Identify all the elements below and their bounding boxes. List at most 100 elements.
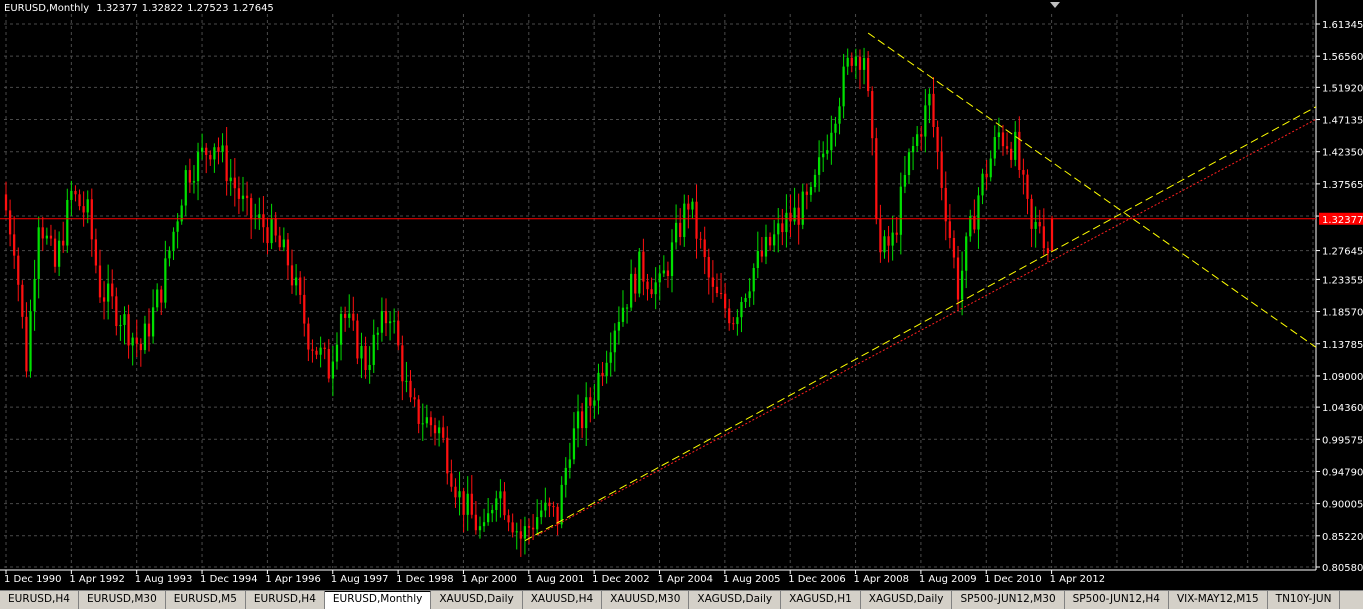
tab-eurusd-m5[interactable]: EURUSD,M5 bbox=[166, 591, 246, 609]
tab-xagusd-daily[interactable]: XAGUSD,Daily bbox=[689, 591, 782, 609]
candle-body bbox=[499, 491, 502, 499]
candle-body bbox=[593, 400, 596, 406]
candle-body bbox=[233, 177, 236, 189]
tab-eurusd-m30[interactable]: EURUSD,M30 bbox=[79, 591, 166, 609]
candle-body bbox=[785, 212, 788, 233]
price-tick-label: 1.13785 bbox=[1322, 340, 1363, 351]
candle-body bbox=[433, 425, 437, 434]
tab-xagusd-h1[interactable]: XAGUSD,H1 bbox=[781, 591, 861, 609]
tab-xagusd-daily[interactable]: XAGUSD,Daily bbox=[861, 591, 953, 609]
candle-body bbox=[339, 313, 343, 345]
candle-body bbox=[1034, 221, 1037, 229]
candle-body bbox=[544, 502, 547, 511]
candlestick-chart[interactable]: 1.61345 1.56560 1.51920 1.47135 1.42350 1.375… bbox=[0, 0, 1363, 590]
candle-body bbox=[62, 240, 65, 246]
candle-body bbox=[670, 242, 674, 276]
candle-body bbox=[956, 257, 960, 300]
candle-body bbox=[932, 93, 935, 127]
candle-body bbox=[601, 372, 604, 377]
price-tick-label: 1.09000 bbox=[1322, 372, 1363, 383]
candle-body bbox=[540, 510, 543, 518]
candle-body bbox=[650, 289, 653, 295]
candle-body bbox=[1038, 221, 1041, 227]
candle-body bbox=[331, 361, 334, 379]
candle-body bbox=[229, 177, 232, 182]
candle-body bbox=[854, 56, 857, 66]
candle-body bbox=[474, 514, 478, 531]
time-tick-label: 1 Dec 2006 bbox=[788, 574, 846, 585]
candle-body bbox=[462, 491, 465, 515]
candle-body bbox=[740, 301, 743, 318]
candle-body bbox=[572, 428, 576, 460]
candle-body bbox=[372, 334, 375, 365]
tab-xauusd-daily[interactable]: XAUUSD,Daily bbox=[431, 591, 523, 609]
candle-body bbox=[21, 284, 24, 317]
candle-body bbox=[895, 232, 898, 235]
candle-body bbox=[805, 191, 808, 195]
price-tick-label: 1.51920 bbox=[1322, 83, 1363, 94]
time-tick-label: 1 Dec 1998 bbox=[396, 574, 454, 585]
candle-body bbox=[86, 199, 89, 213]
candle-body bbox=[519, 531, 522, 539]
candle-body bbox=[1042, 226, 1045, 249]
candle-body bbox=[989, 158, 992, 178]
candle-body bbox=[270, 218, 273, 244]
candle-body bbox=[90, 199, 93, 240]
candle-body bbox=[777, 223, 780, 235]
candle-body bbox=[37, 227, 40, 279]
candle-body bbox=[258, 214, 261, 219]
candle-body bbox=[985, 173, 988, 178]
price-axis: 1.61345 1.56560 1.51920 1.47135 1.42350 1.375… bbox=[1316, 20, 1363, 574]
tab-vix-may12-m15[interactable]: VIX-MAY12,M15 bbox=[1169, 591, 1268, 609]
candle-body bbox=[376, 332, 379, 335]
candle-body bbox=[1030, 198, 1033, 229]
candle-body bbox=[156, 289, 159, 308]
candle-body bbox=[728, 308, 731, 324]
trend-lines[interactable] bbox=[0, 32, 1317, 542]
high-value: 1.32822 bbox=[141, 3, 184, 14]
candle-body bbox=[793, 207, 796, 222]
tab-eurusd-h4[interactable]: EURUSD,H4 bbox=[246, 591, 325, 609]
candle-body bbox=[867, 58, 870, 92]
candle-body bbox=[883, 236, 886, 253]
candle-body bbox=[609, 352, 612, 363]
candle-body bbox=[13, 234, 16, 256]
candle-body bbox=[250, 198, 253, 220]
candle-body bbox=[568, 459, 571, 468]
tab-eurusd-monthly[interactable]: EURUSD,Monthly bbox=[324, 591, 432, 609]
time-tick-label: 1 Aug 1997 bbox=[331, 574, 389, 585]
candle-body bbox=[1050, 218, 1054, 251]
tab-sp500-jun12-h4[interactable]: SP500-JUN12,H4 bbox=[1065, 591, 1169, 609]
candle-body bbox=[507, 515, 510, 523]
price-tick-label: 0.99575 bbox=[1322, 435, 1363, 446]
tab-eurusd-h4[interactable]: EURUSD,H4 bbox=[0, 591, 79, 609]
chart-window[interactable]: 1.61345 1.56560 1.51920 1.47135 1.42350 1.375… bbox=[0, 0, 1363, 590]
price-tick-label: 1.56560 bbox=[1322, 52, 1363, 63]
tab-xauusd-h4[interactable]: XAUUSD,H4 bbox=[523, 591, 603, 609]
candle-body bbox=[286, 239, 290, 266]
time-axis: 1 Dec 1990 1 Apr 1992 1 Aug 1993 1 Dec 1994… bbox=[4, 570, 1105, 585]
candle-body bbox=[748, 291, 751, 299]
time-tick-label: 1 Dec 1990 bbox=[4, 574, 62, 585]
candle-body bbox=[458, 491, 461, 498]
candle-body bbox=[364, 345, 367, 371]
tab-tn10y-jun[interactable]: TN10Y-JUN bbox=[1268, 591, 1341, 609]
candle-body bbox=[973, 216, 976, 230]
candle-body bbox=[70, 190, 73, 200]
candle-body bbox=[380, 311, 384, 333]
candle-body bbox=[323, 347, 326, 350]
tab-xauusd-m30[interactable]: XAUUSD,M30 bbox=[602, 591, 690, 609]
candle-body bbox=[548, 502, 551, 507]
candle-body bbox=[589, 397, 592, 406]
price-tick-label: 0.94790 bbox=[1322, 467, 1363, 478]
candle-body bbox=[421, 423, 424, 425]
candle-body bbox=[487, 513, 490, 523]
low-value: 1.27523 bbox=[187, 3, 229, 14]
candle-body bbox=[311, 349, 314, 351]
time-tick-label: 1 Apr 2012 bbox=[1050, 574, 1105, 585]
chart-shift-marker-icon[interactable] bbox=[1050, 2, 1060, 8]
tab-sp500-jun12-m30[interactable]: SP500-JUN12,M30 bbox=[952, 591, 1065, 609]
candle-body bbox=[564, 467, 567, 485]
candle-body bbox=[630, 273, 633, 308]
candle-body bbox=[168, 250, 171, 259]
